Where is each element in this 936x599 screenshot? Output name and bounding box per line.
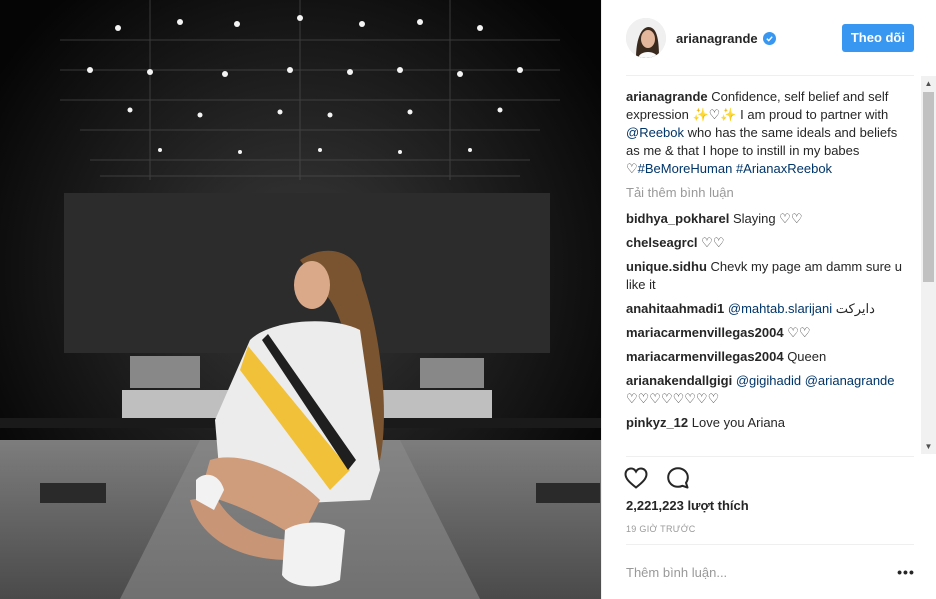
follow-button[interactable]: Theo dõi [841, 24, 914, 52]
scrollbar-thumb[interactable] [923, 92, 934, 282]
hashtag-link[interactable]: #ArianaxReebok [736, 161, 832, 176]
avatar-image [626, 18, 666, 58]
avatar[interactable] [626, 18, 666, 58]
comment-username[interactable]: arianakendallgigi [626, 373, 732, 388]
comment-mention-link[interactable]: @arianagrande [805, 373, 895, 388]
comment-mention-link[interactable]: @mahtab.slarijani [728, 301, 832, 316]
comment-username[interactable]: pinkyz_12 [626, 415, 688, 430]
post-header: arianagrande Theo dõi [626, 16, 914, 60]
post-photo[interactable] [0, 0, 601, 599]
post-side-panel: arianagrande Theo dõi arianagrande Confi… [601, 0, 936, 599]
caption: arianagrande Confidence, self belief and… [626, 88, 922, 178]
verified-badge-icon [762, 31, 776, 45]
comment-text: Queen [787, 349, 827, 364]
post-timestamp[interactable]: 19 GIỜ TRƯỚC [626, 524, 696, 534]
load-more-comments-button[interactable]: Tải thêm bình luận [626, 184, 922, 202]
instagram-post-modal: arianagrande Theo dõi arianagrande Confi… [0, 0, 936, 599]
comment-item: mariacarmenvillegas2004 Queen [626, 348, 922, 366]
caption-emoji: ✨♡✨ [692, 107, 737, 122]
add-comment-input[interactable] [626, 561, 886, 583]
caption-mention-link[interactable]: @Reebok [626, 125, 684, 140]
comment-item: pinkyz_12 Love you Ariana [626, 414, 922, 432]
comment-username[interactable]: chelseagrcl [626, 235, 698, 250]
comment-item: mariacarmenvillegas2004 ♡♡ [626, 324, 922, 342]
comment-text: ♡♡ [701, 235, 725, 250]
comment-username[interactable]: anahitaahmadi1 [626, 301, 724, 316]
hashtag-link[interactable]: #BeMoreHuman [638, 161, 733, 176]
actions-divider [626, 456, 914, 457]
comment-text: ♡♡ [787, 325, 811, 340]
likes-count[interactable]: 2,221,223 lượt thích [626, 498, 749, 513]
comments-scrollbar[interactable]: ▲ ▼ [921, 76, 936, 454]
comment-item: chelseagrcl ♡♡ [626, 234, 922, 252]
header-divider [626, 75, 914, 76]
more-options-icon[interactable]: ••• [897, 564, 914, 580]
comment-button[interactable] [666, 464, 696, 492]
comment-text: دایرکت [835, 301, 875, 316]
comment-text: Love you Ariana [691, 415, 786, 430]
scroll-up-arrow-icon[interactable]: ▲ [921, 76, 936, 91]
comment-mention-link[interactable]: @gigihadid [736, 373, 801, 388]
username-link[interactable]: arianagrande [676, 31, 758, 46]
comment-username[interactable]: mariacarmenvillegas2004 [626, 349, 784, 364]
comment-item: unique.sidhu Chevk my page am damm sure … [626, 258, 922, 294]
like-button[interactable] [624, 464, 654, 492]
comment-item: anahitaahmadi1 @mahtab.slarijani دایرکت [626, 300, 922, 318]
caption-username[interactable]: arianagrande [626, 89, 708, 104]
post-actions [624, 464, 708, 492]
comment-text: ♡♡♡♡♡♡♡♡ [626, 391, 720, 406]
caption-emoji: ♡ [626, 161, 638, 176]
comment-item: arianakendallgigi @gigihadid @arianagran… [626, 372, 922, 408]
heart-outline-icon [624, 467, 648, 489]
comment-username[interactable]: bidhya_pokharel [626, 211, 729, 226]
comment-username[interactable]: unique.sidhu [626, 259, 707, 274]
comment-username[interactable]: mariacarmenvillegas2004 [626, 325, 784, 340]
comments-list: arianagrande Confidence, self belief and… [626, 88, 922, 456]
comment-item: bidhya_pokharel Slaying ♡♡ [626, 210, 922, 228]
post-photo-illustration [0, 0, 601, 599]
speech-bubble-icon [667, 467, 689, 489]
caption-text: I am proud to partner with [736, 107, 889, 122]
add-comment-divider [626, 544, 914, 545]
comment-text: Slaying ♡♡ [732, 211, 803, 226]
scroll-down-arrow-icon[interactable]: ▼ [921, 439, 936, 454]
